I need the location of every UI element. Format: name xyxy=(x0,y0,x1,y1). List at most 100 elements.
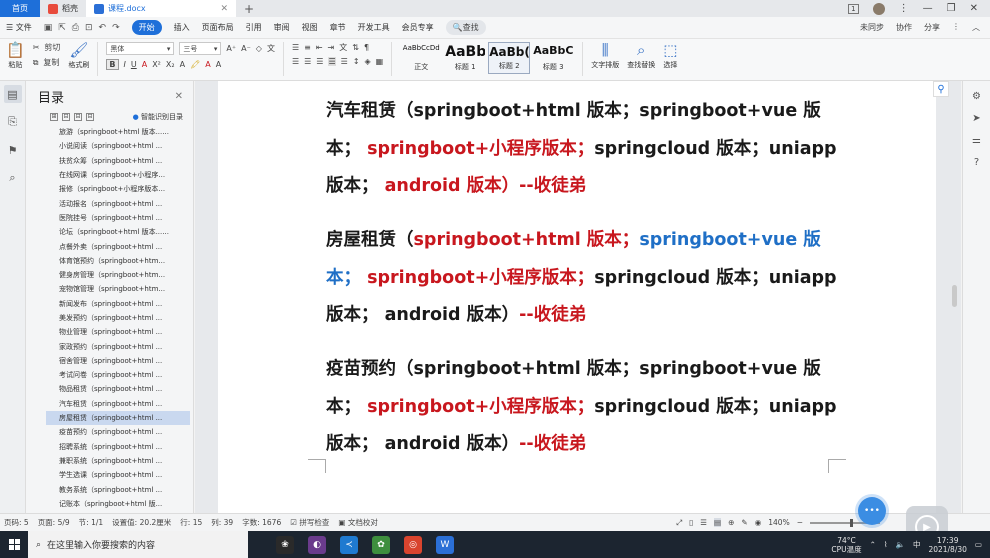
paragraph-vaccine[interactable]: 疫苗预约（springboot+html 版本；springboot+vue 版… xyxy=(326,351,846,464)
copy-label[interactable]: 复制 xyxy=(43,57,59,68)
outline-item[interactable]: 扶贫众筹（springboot+html ... xyxy=(46,154,190,168)
close-icon[interactable]: ✕ xyxy=(970,3,978,14)
export-icon[interactable]: ⇱ xyxy=(58,23,66,33)
eye-protection-icon[interactable]: ◉ xyxy=(755,518,762,527)
close-tab-icon[interactable]: ✕ xyxy=(220,4,228,14)
minimize-icon[interactable]: — xyxy=(923,3,933,14)
window-badge[interactable]: 1 xyxy=(848,3,859,14)
document-scrollbar[interactable] xyxy=(952,285,957,307)
document-page[interactable]: 汽车租赁（springboot+html 版本；springboot+vue 版… xyxy=(218,81,936,513)
menu-item-layout[interactable]: 页面布局 xyxy=(202,22,234,33)
page-number[interactable]: 页码: 5 xyxy=(4,517,29,528)
grow-font-icon[interactable]: A⁺ xyxy=(226,44,236,53)
chinese-layout-icon[interactable]: 文 xyxy=(339,42,347,53)
help-icon[interactable]: ? xyxy=(974,157,979,168)
select-button[interactable]: ⬚ 选择 xyxy=(663,42,677,70)
chevron-up-icon[interactable]: ⌃ xyxy=(870,540,876,549)
zoom-level[interactable]: 140% xyxy=(768,518,789,527)
line-spacing-icon[interactable]: ↕ xyxy=(353,57,360,66)
cpu-temperature[interactable]: 74°C CPU温度 xyxy=(831,536,861,554)
cut-label[interactable]: 剪切 xyxy=(44,42,60,53)
shading-icon[interactable]: ◈ xyxy=(365,57,371,66)
shrink-font-icon[interactable]: A⁻ xyxy=(241,44,251,53)
location-pin-icon[interactable]: ⚲ xyxy=(933,81,949,97)
save-icon[interactable]: ▣ xyxy=(44,23,53,33)
outline-item[interactable]: 宠物馆管理（springboot+htm... xyxy=(46,282,190,296)
preview-icon[interactable]: ⊡ xyxy=(85,23,93,33)
outline-item[interactable]: 汽车租赁（springboot+html ... xyxy=(46,397,190,411)
task-view-icon[interactable]: ❀ xyxy=(276,535,294,554)
sort-icon[interactable]: ⇅ xyxy=(352,43,359,52)
delete-outline-icon[interactable]: ⊟ xyxy=(86,113,94,121)
char-border-icon[interactable]: A xyxy=(216,60,221,69)
write-mode-icon[interactable]: ✎ xyxy=(741,518,747,527)
text-layout-button[interactable]: ⫼ 文字排版 xyxy=(591,42,619,70)
outline-item[interactable]: 房屋租赁（springboot+html ... xyxy=(46,410,190,426)
align-left-icon[interactable]: ☰ xyxy=(292,57,299,66)
outline-item[interactable]: 在线网课（springboot+小程序... xyxy=(46,168,190,182)
menu-item-insert[interactable]: 插入 xyxy=(174,22,190,33)
word-count[interactable]: 字数: 1676 xyxy=(242,517,281,528)
copy-icon[interactable]: ⧉ xyxy=(33,58,39,68)
outline-item[interactable]: 物品租赁（springboot+html ... xyxy=(46,382,190,396)
clock[interactable]: 17:39 2021/8/30 xyxy=(928,536,966,554)
paragraph-car-rental[interactable]: 汽车租赁（springboot+html 版本；springboot+vue 版… xyxy=(326,93,846,206)
page-count[interactable]: 页面: 5/9 xyxy=(38,517,70,528)
numbered-list-icon[interactable]: ≡ xyxy=(304,43,311,52)
web-view-icon[interactable]: ⊕ xyxy=(728,518,734,527)
font-name-select[interactable]: 黑体 ▾ xyxy=(106,42,175,55)
paragraph-house-rental[interactable]: 房屋租赁（springboot+html 版本；springboot+vue 版… xyxy=(326,222,846,335)
outline-item[interactable]: 医院挂号（springboot+html ... xyxy=(46,211,190,225)
bullet-list-icon[interactable]: ☰ xyxy=(292,43,299,52)
settings-sliders-icon[interactable]: ⚌ xyxy=(972,135,981,146)
outline-icon[interactable]: ▤ xyxy=(3,85,22,103)
bookmark-icon[interactable]: ⚑ xyxy=(4,141,22,159)
distribute-icon[interactable]: ☰ xyxy=(341,57,348,66)
outline-view-icon[interactable]: ☰ xyxy=(700,518,707,527)
start-button[interactable] xyxy=(0,531,28,558)
sync-status[interactable]: 未同步 xyxy=(860,22,884,33)
outline-item[interactable]: 记账本（springboot+html 版... xyxy=(46,497,190,511)
outline-item[interactable]: 活动报名（springboot+html ... xyxy=(46,196,190,210)
outline-item[interactable]: 健身房管理（springboot+htm... xyxy=(46,268,190,282)
ime-indicator[interactable]: 中 xyxy=(913,539,921,550)
chrome-icon[interactable]: ◎ xyxy=(404,535,422,554)
align-right-icon[interactable]: ☰ xyxy=(316,57,323,66)
pinyin-icon[interactable]: 文 xyxy=(267,43,275,54)
outline-item[interactable]: 小说阅读（springboot+html ... xyxy=(46,139,190,153)
close-panel-icon[interactable]: ✕ xyxy=(175,91,183,102)
superscript-icon[interactable]: X² xyxy=(152,60,161,69)
avatar[interactable] xyxy=(872,2,885,15)
show-marks-icon[interactable]: ¶ xyxy=(364,43,369,52)
collapse-ribbon-icon[interactable]: ︿ xyxy=(972,22,980,33)
outline-item[interactable]: 报修（springboot+小程序版本... xyxy=(46,182,190,196)
menu-icon[interactable]: ⋮ xyxy=(899,3,909,14)
menu-item-developer[interactable]: 开发工具 xyxy=(358,22,390,33)
outline-item[interactable]: 旅游（springboot+html 版本...... xyxy=(46,125,190,139)
font-color-icon[interactable]: A xyxy=(142,60,147,69)
read-mode-icon[interactable]: ▯ xyxy=(689,518,693,527)
text-effect-icon[interactable]: A xyxy=(180,60,185,69)
home-tab[interactable]: 首页 xyxy=(0,0,40,17)
chapter-nav-icon[interactable]: ⎘ xyxy=(4,113,22,131)
outline-item[interactable]: 论坛（springboot+html 版本...... xyxy=(46,225,190,239)
expand-all-icon[interactable]: ⊞ xyxy=(50,113,58,121)
align-center-icon[interactable]: ☰ xyxy=(304,57,311,66)
outdent-icon[interactable]: ⇤ xyxy=(316,43,323,52)
outline-item[interactable]: 家政预约（springboot+html ... xyxy=(46,339,190,353)
wechat-icon[interactable]: ✿ xyxy=(372,535,390,554)
outline-item[interactable]: 点餐外卖（springboot+html ... xyxy=(46,239,190,253)
menu-item-member[interactable]: 会员专享 xyxy=(402,22,434,33)
font-size-select[interactable]: 三号 ▾ xyxy=(179,42,222,55)
print-icon[interactable]: ⎙ xyxy=(72,23,79,33)
justify-icon[interactable]: ☰ xyxy=(328,57,336,66)
fullscreen-icon[interactable]: ⤢ xyxy=(676,518,682,528)
clear-format-icon[interactable]: ◇ xyxy=(256,44,262,53)
zoom-out-icon[interactable]: − xyxy=(797,518,803,527)
search-icon[interactable]: ⌕ xyxy=(4,169,22,187)
outline-item[interactable]: 教务系统（springboot+html ... xyxy=(46,482,190,496)
italic-button[interactable]: I xyxy=(124,60,126,69)
tab-daoke[interactable]: 稻壳 xyxy=(40,0,86,17)
style-heading-1[interactable]: AaBb 标题 1 xyxy=(444,42,486,74)
menu-item-chapter[interactable]: 章节 xyxy=(330,22,346,33)
